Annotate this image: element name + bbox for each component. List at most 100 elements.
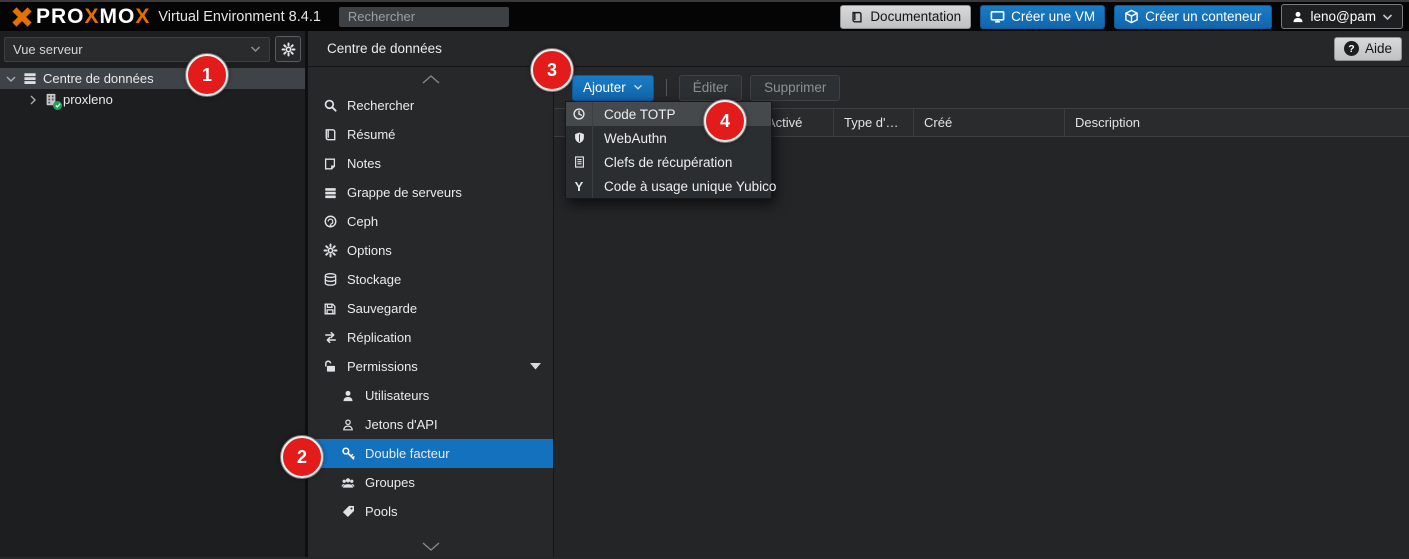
nav-item-ceph[interactable]: Ceph	[308, 207, 553, 236]
nav-item-label: Utilisateurs	[365, 388, 429, 403]
table-col-created[interactable]: Créé	[914, 109, 1065, 136]
scroll-up-icon[interactable]	[308, 67, 553, 91]
replication-icon	[322, 330, 338, 345]
nav-item-label: Permissions	[347, 359, 418, 374]
column-label: Activé	[767, 115, 802, 130]
help-label: Aide	[1365, 41, 1392, 56]
proxmox-wordmark: PROXMOX	[36, 6, 150, 27]
topbar-actions: Documentation Créer une VM Créer un cont…	[840, 4, 1403, 29]
datacenter-panel: Centre de données ? Aide Rech	[308, 31, 1409, 557]
monitor-icon	[990, 9, 1005, 24]
wordmark-x2: X	[135, 5, 150, 28]
tree-item-proxleno[interactable]: proxleno	[0, 89, 305, 110]
annotation-step-4: 4	[704, 100, 746, 142]
delete-button[interactable]: Supprimer	[750, 75, 840, 101]
annotation-step-1: 1	[186, 54, 228, 96]
nav-item-stockage[interactable]: Stockage	[308, 265, 553, 294]
column-label: Description	[1075, 115, 1140, 130]
book-icon	[850, 10, 864, 24]
nav-item-label: Sauvegarde	[347, 301, 417, 316]
annotation-step-2: 2	[281, 436, 323, 478]
add-button[interactable]: Ajouter	[572, 75, 654, 101]
gear-icon	[322, 243, 338, 258]
menu-item-label: WebAuthn	[593, 126, 667, 150]
nav-item-replication[interactable]: Réplication	[308, 323, 553, 352]
delete-button-label: Supprimer	[764, 80, 826, 95]
nav-item-groupes[interactable]: Groupes	[308, 468, 553, 497]
nav-item-pools[interactable]: Pools	[308, 497, 553, 526]
tree-item-datacenter[interactable]: Centre de données	[0, 68, 305, 89]
nav-item-label: Double facteur	[365, 446, 450, 461]
tree-settings-button[interactable]	[275, 36, 301, 62]
user-icon	[1291, 10, 1305, 24]
nav-item-sauvegarde[interactable]: Sauvegarde	[308, 294, 553, 323]
menu-item-yubico[interactable]: Y Code à usage unique Yubico	[566, 174, 771, 198]
table-col-description[interactable]: Description	[1065, 109, 1409, 136]
create-vm-button[interactable]: Créer une VM	[980, 5, 1105, 29]
global-search-input[interactable]	[339, 7, 509, 27]
menu-item-label: Clefs de récupération	[593, 150, 732, 174]
nav-item-permissions[interactable]: Permissions	[308, 352, 553, 381]
collapse-icon[interactable]	[5, 75, 17, 83]
panel-title: Centre de données	[327, 41, 442, 56]
nav-item-label: Options	[347, 243, 392, 258]
key-icon	[340, 446, 356, 461]
create-container-button[interactable]: Créer un conteneur	[1114, 5, 1271, 29]
nav-item-utilisateurs[interactable]: Utilisateurs	[308, 381, 553, 410]
scroll-down-icon[interactable]	[308, 535, 553, 557]
nav-item-resume[interactable]: Résumé	[308, 120, 553, 149]
nav-item-label: Pools	[365, 504, 398, 519]
nav-item-rechercher[interactable]: Rechercher	[308, 91, 553, 120]
nav-item-label: Stockage	[347, 272, 401, 287]
top-bar: PROXMOX Virtual Environment 8.4.1 Docume…	[0, 0, 1409, 31]
create-container-label: Créer un conteneur	[1145, 9, 1261, 24]
tag-icon	[340, 504, 356, 519]
edit-button-label: Éditer	[693, 80, 728, 95]
menu-item-clefs-recuperation[interactable]: Clefs de récupération	[566, 150, 771, 174]
help-button[interactable]: ? Aide	[1334, 37, 1402, 61]
shield-icon	[566, 126, 593, 150]
chevron-down-icon	[1382, 13, 1393, 21]
user-outline-icon	[340, 418, 356, 432]
datacenter-nav: Rechercher Résumé Notes	[308, 67, 554, 557]
nav-item-label: Grappe de serveurs	[347, 185, 462, 200]
proxmox-logo: PROXMOX	[10, 6, 150, 28]
view-selector[interactable]: Vue serveur	[4, 37, 270, 62]
unlock-icon	[322, 359, 338, 374]
question-icon: ?	[1344, 41, 1359, 56]
search-icon	[322, 98, 338, 113]
nav-item-label: Jetons d'API	[365, 417, 438, 432]
resource-tree: Centre de données proxleno	[0, 68, 305, 110]
wordmark-x1: X	[85, 5, 100, 28]
clock-icon	[566, 102, 593, 126]
chevron-down-icon	[633, 84, 643, 91]
nav-item-label: Réplication	[347, 330, 411, 345]
chevron-down-icon[interactable]	[530, 363, 541, 370]
nav-item-grappe[interactable]: Grappe de serveurs	[308, 178, 553, 207]
expand-icon[interactable]	[27, 95, 39, 105]
nav-item-jetons-api[interactable]: Jetons d'API	[308, 410, 553, 439]
nav-item-options[interactable]: Options	[308, 236, 553, 265]
storage-icon	[322, 272, 338, 287]
chevron-down-icon	[250, 45, 261, 53]
status-online-icon	[53, 101, 62, 110]
proxmox-x-icon	[10, 6, 34, 28]
server-stack-icon	[322, 186, 338, 200]
annotation-step-3: 3	[531, 49, 573, 91]
view-selector-value: Vue serveur	[13, 42, 83, 57]
server-stack-icon	[22, 71, 38, 86]
tree-item-label: Centre de données	[43, 71, 154, 86]
documentation-label: Documentation	[870, 9, 961, 24]
nav-item-label: Rechercher	[347, 98, 414, 113]
table-col-type[interactable]: Type d'…	[834, 109, 914, 136]
user-icon	[340, 389, 356, 403]
nav-item-double-facteur[interactable]: Double facteur	[308, 439, 553, 468]
nav-item-label: Notes	[347, 156, 381, 171]
nav-item-notes[interactable]: Notes	[308, 149, 553, 178]
menu-item-label: Code TOTP	[593, 102, 676, 126]
documentation-button[interactable]: Documentation	[840, 5, 971, 29]
user-menu-button[interactable]: leno@pam	[1281, 4, 1404, 29]
table-body-empty	[554, 137, 1409, 557]
edit-button[interactable]: Éditer	[679, 75, 742, 101]
document-icon	[566, 150, 593, 174]
